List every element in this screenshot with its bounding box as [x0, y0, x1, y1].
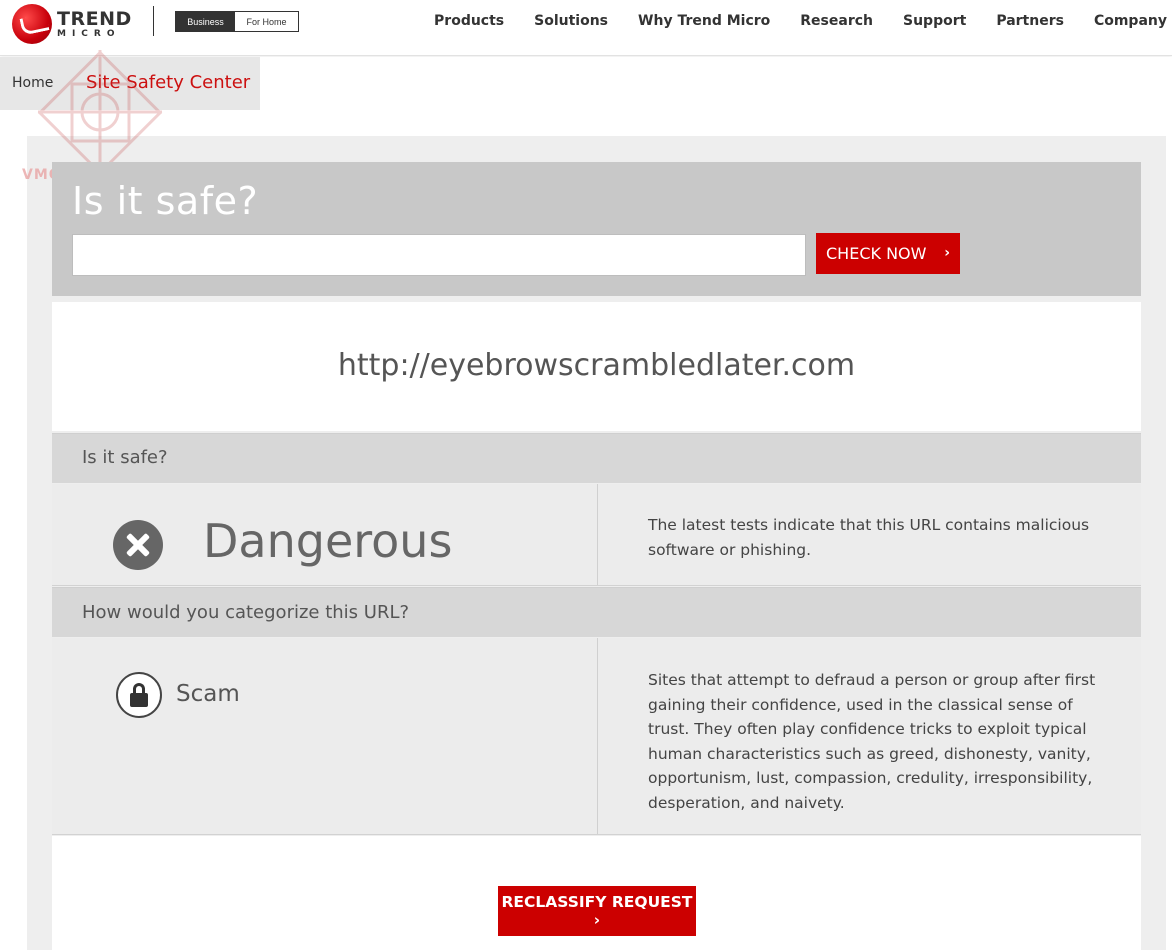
- category-row: Scam Sites that attempt to defraud a per…: [52, 638, 1141, 835]
- segment-switch: Business For Home: [175, 11, 299, 32]
- nav-support[interactable]: Support: [903, 13, 966, 29]
- reclassify-label: RECLASSIFY REQUEST: [501, 893, 693, 911]
- breadcrumb-home[interactable]: Home: [12, 75, 53, 91]
- safety-rating: Dangerous: [203, 514, 453, 568]
- search-title: Is it safe?: [72, 179, 259, 223]
- breadcrumb: Home Site Safety Center: [0, 57, 1172, 110]
- lock-icon: [116, 672, 162, 718]
- reclassify-request-button[interactable]: RECLASSIFY REQUEST ›: [498, 886, 696, 936]
- chevron-right-icon: ›: [593, 911, 601, 929]
- reclassify-panel: RECLASSIFY REQUEST ›: [52, 836, 1141, 950]
- nav-company[interactable]: Company: [1094, 13, 1167, 29]
- trend-micro-logo[interactable]: TREND MICRO: [12, 4, 132, 44]
- check-now-button[interactable]: CHECK NOW ›: [816, 233, 960, 274]
- site-header: TREND MICRO Business For Home Products S…: [0, 0, 1172, 56]
- segment-business[interactable]: Business: [176, 12, 235, 31]
- safety-rating-row: Dangerous The latest tests indicate that…: [52, 484, 1141, 586]
- nav-research[interactable]: Research: [800, 13, 873, 29]
- logo-submark: MICRO: [57, 28, 121, 39]
- url-check-panel: Is it safe? CHECK NOW ›: [52, 162, 1141, 296]
- checked-url-panel: http://eyebrowscrambledlater.com: [52, 302, 1141, 431]
- safety-rating-description: The latest tests indicate that this URL …: [648, 516, 1090, 559]
- url-input[interactable]: [72, 234, 806, 276]
- nav-solutions[interactable]: Solutions: [534, 13, 608, 29]
- nav-products[interactable]: Products: [434, 13, 504, 29]
- x-circle-icon: [113, 520, 163, 570]
- nav-why-trend-micro[interactable]: Why Trend Micro: [638, 13, 770, 29]
- logo-wordmark: TREND: [57, 7, 132, 30]
- breadcrumb-current: Site Safety Center: [86, 72, 251, 93]
- category-header-label: How would you categorize this URL?: [82, 602, 410, 623]
- safety-section-header: Is it safe?: [52, 433, 1141, 483]
- nav-partners[interactable]: Partners: [996, 13, 1064, 29]
- logo-ball-icon: [12, 4, 52, 44]
- category-section-header: How would you categorize this URL?: [52, 587, 1141, 637]
- segment-for-home[interactable]: For Home: [235, 12, 298, 31]
- category-description: Sites that attempt to defraud a person o…: [648, 671, 1096, 812]
- chevron-right-icon: ›: [944, 245, 950, 261]
- header-divider: [153, 6, 154, 36]
- main-nav: Products Solutions Why Trend Micro Resea…: [404, 13, 1167, 29]
- safety-header-label: Is it safe?: [82, 447, 168, 468]
- check-now-label: CHECK NOW: [826, 244, 927, 263]
- category-name: Scam: [176, 681, 240, 707]
- checked-url: http://eyebrowscrambledlater.com: [337, 348, 856, 383]
